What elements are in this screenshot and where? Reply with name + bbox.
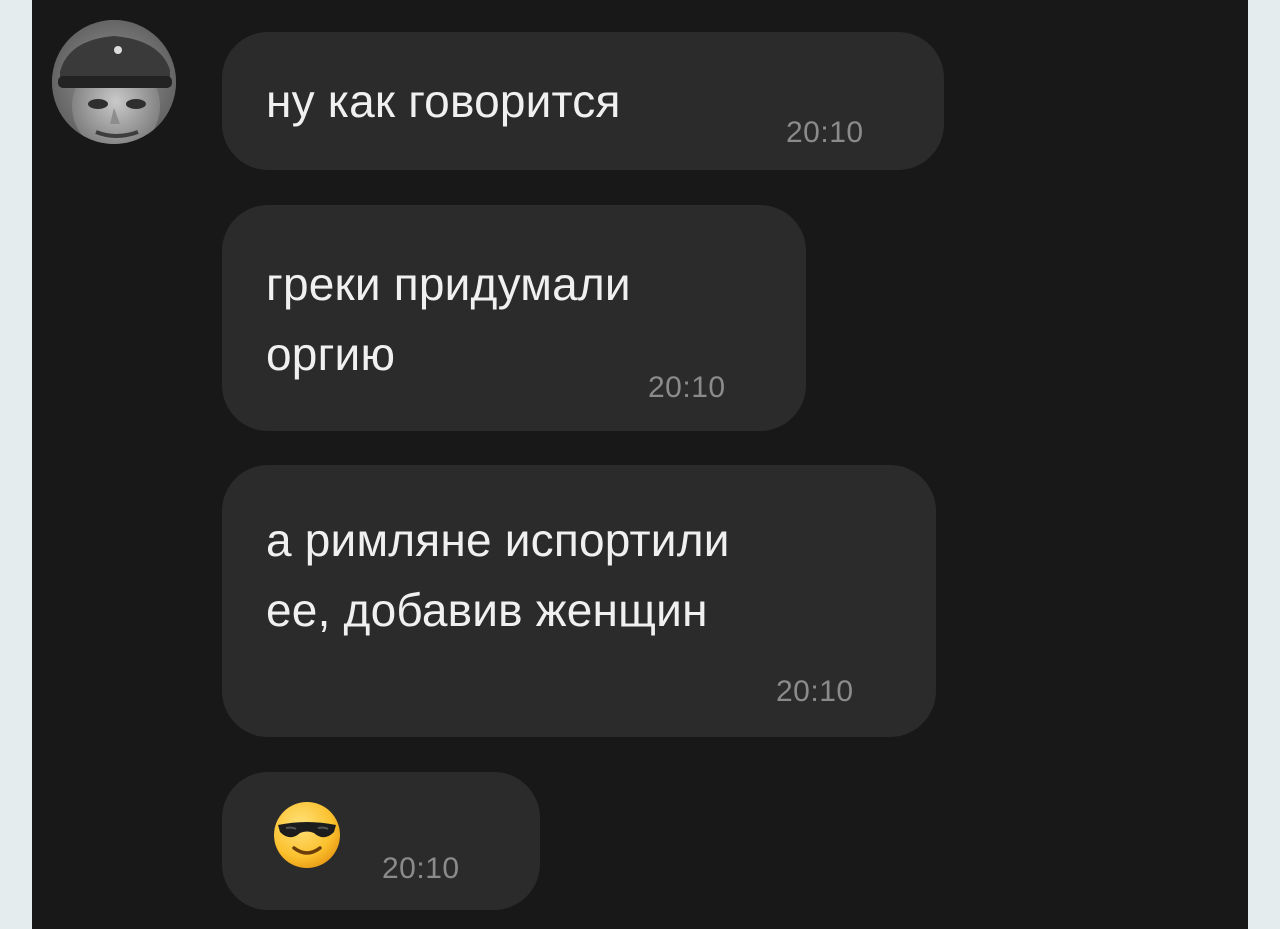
message-bubble[interactable]: а римляне испортили ее, добавив женщин 2… [222,465,936,737]
message-text: а римляне испортили ее, добавив женщин [266,514,730,636]
chat-area[interactable]: ну как говорится 20:10 греки придумали о… [32,0,1248,929]
message-timestamp: 20:10 [776,675,854,708]
avatar[interactable] [52,20,176,144]
message-text: ну как говорится [266,75,621,127]
message-timestamp: 20:10 [382,852,460,885]
avatar-photo-icon [52,20,176,144]
message-bubble[interactable]: греки придумали оргию 20:10 [222,205,806,431]
screenshot-frame: ну как говорится 20:10 греки придумали о… [0,0,1280,929]
message-bubble[interactable]: 20:10 [222,772,540,910]
message-text: греки придумали оргию [266,258,631,380]
message-timestamp: 20:10 [786,116,864,149]
message-timestamp: 20:10 [648,371,726,404]
message-bubble[interactable]: ну как говорится 20:10 [222,32,944,170]
smiling-face-with-sunglasses-icon [274,802,340,868]
